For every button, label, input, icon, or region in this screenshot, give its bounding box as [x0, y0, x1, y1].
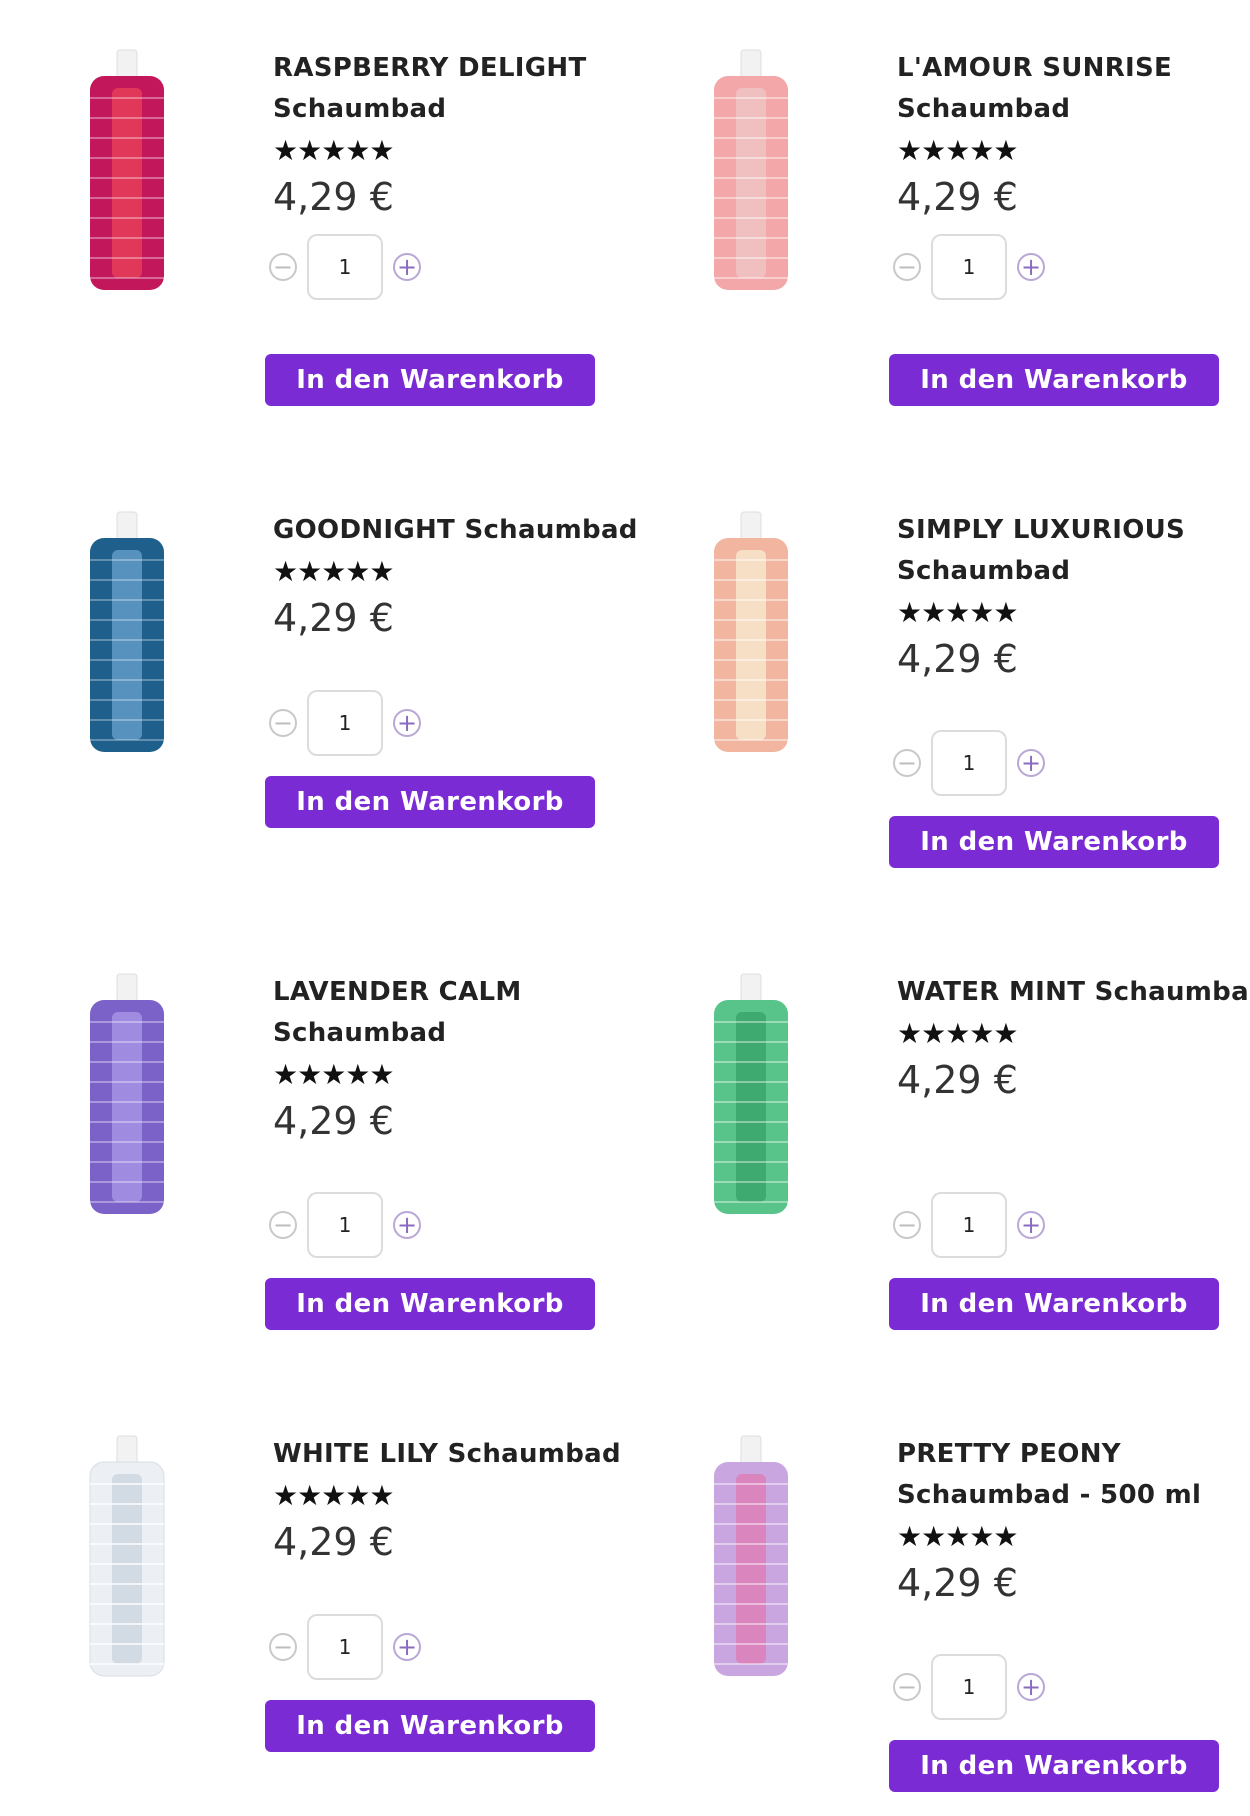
product-info: WATER MINT Schaumbad ★★★★★ 4,29 € [897, 972, 1250, 1103]
product-info: RASPBERRY DELIGHT Schaumbad ★★★★★ 4,29 € [273, 48, 673, 220]
product-price: 4,29 € [273, 1520, 394, 1564]
add-to-cart-button[interactable]: In den Warenkorb [889, 354, 1219, 406]
rating-stars: ★★★★★ [897, 1017, 1019, 1050]
quantity-stepper: − 1 + [269, 1192, 421, 1258]
rating-stars: ★★★★★ [273, 1058, 395, 1091]
product-title[interactable]: SIMPLY LUXURIOUS Schaumbad [897, 510, 1250, 592]
product-price: 4,29 € [897, 1561, 1018, 1605]
quantity-stepper: − 1 + [269, 1614, 421, 1680]
decrease-button[interactable]: − [893, 253, 921, 281]
quantity-input[interactable]: 1 [931, 1192, 1007, 1258]
product-image[interactable] [706, 510, 796, 755]
add-to-cart-button[interactable]: In den Warenkorb [265, 776, 595, 828]
increase-button[interactable]: + [393, 1211, 421, 1239]
product-title[interactable]: L'AMOUR SUNRISE Schaumbad [897, 48, 1250, 130]
bottle-icon [714, 1435, 788, 1676]
product-info: PRETTY PEONY Schaumbad - 500 ml ★★★★★ 4,… [897, 1434, 1250, 1606]
quantity-input[interactable]: 1 [307, 690, 383, 756]
product-image[interactable] [706, 1434, 796, 1679]
bottle-icon [90, 49, 164, 290]
decrease-button[interactable]: − [269, 1633, 297, 1661]
quantity-input[interactable]: 1 [931, 730, 1007, 796]
quantity-input[interactable]: 1 [931, 1654, 1007, 1720]
product-image[interactable] [706, 48, 796, 293]
bottle-icon [90, 511, 164, 752]
product-title[interactable]: PRETTY PEONY Schaumbad - 500 ml [897, 1434, 1250, 1516]
add-to-cart-button[interactable]: In den Warenkorb [889, 816, 1219, 868]
increase-button[interactable]: + [1017, 253, 1045, 281]
product-image[interactable] [82, 972, 172, 1217]
bottle-icon [714, 973, 788, 1214]
quantity-stepper: − 1 + [269, 234, 421, 300]
product-price: 4,29 € [897, 637, 1018, 681]
product-title[interactable]: GOODNIGHT Schaumbad [273, 510, 673, 551]
quantity-input[interactable]: 1 [931, 234, 1007, 300]
bottle-icon [90, 973, 164, 1214]
decrease-button[interactable]: − [893, 749, 921, 777]
add-to-cart-button[interactable]: In den Warenkorb [889, 1278, 1219, 1330]
add-to-cart-button[interactable]: In den Warenkorb [889, 1740, 1219, 1792]
quantity-input[interactable]: 1 [307, 1192, 383, 1258]
quantity-stepper: − 1 + [893, 234, 1045, 300]
add-to-cart-button[interactable]: In den Warenkorb [265, 1278, 595, 1330]
product-image[interactable] [82, 510, 172, 755]
product-title[interactable]: WATER MINT Schaumbad [897, 972, 1250, 1013]
decrease-button[interactable]: − [269, 1211, 297, 1239]
product-price: 4,29 € [897, 1058, 1018, 1102]
product-info: SIMPLY LUXURIOUS Schaumbad ★★★★★ 4,29 € [897, 510, 1250, 682]
product-price: 4,29 € [273, 596, 394, 640]
rating-stars: ★★★★★ [273, 134, 395, 167]
quantity-input[interactable]: 1 [307, 234, 383, 300]
product-image[interactable] [82, 1434, 172, 1679]
product-info: WHITE LILY Schaumbad ★★★★★ 4,29 € [273, 1434, 673, 1565]
bottle-icon [714, 511, 788, 752]
decrease-button[interactable]: − [269, 709, 297, 737]
product-title[interactable]: LAVENDER CALM Schaumbad [273, 972, 673, 1054]
product-price: 4,29 € [273, 1099, 394, 1143]
rating-stars: ★★★★★ [273, 555, 395, 588]
add-to-cart-button[interactable]: In den Warenkorb [265, 1700, 595, 1752]
add-to-cart-button[interactable]: In den Warenkorb [265, 354, 595, 406]
quantity-stepper: − 1 + [893, 1192, 1045, 1258]
product-price: 4,29 € [897, 175, 1018, 219]
product-info: L'AMOUR SUNRISE Schaumbad ★★★★★ 4,29 € [897, 48, 1250, 220]
rating-stars: ★★★★★ [897, 134, 1019, 167]
rating-stars: ★★★★★ [897, 596, 1019, 629]
rating-stars: ★★★★★ [273, 1479, 395, 1512]
increase-button[interactable]: + [393, 709, 421, 737]
increase-button[interactable]: + [1017, 1673, 1045, 1701]
quantity-stepper: − 1 + [893, 1654, 1045, 1720]
bottle-icon [89, 1435, 165, 1677]
quantity-stepper: − 1 + [893, 730, 1045, 796]
product-image[interactable] [706, 972, 796, 1217]
quantity-stepper: − 1 + [269, 690, 421, 756]
product-title[interactable]: RASPBERRY DELIGHT Schaumbad [273, 48, 673, 130]
increase-button[interactable]: + [393, 1633, 421, 1661]
increase-button[interactable]: + [393, 253, 421, 281]
product-image[interactable] [82, 48, 172, 293]
quantity-input[interactable]: 1 [307, 1614, 383, 1680]
bottle-icon [714, 49, 788, 290]
increase-button[interactable]: + [1017, 749, 1045, 777]
increase-button[interactable]: + [1017, 1211, 1045, 1239]
decrease-button[interactable]: − [893, 1211, 921, 1239]
decrease-button[interactable]: − [893, 1673, 921, 1701]
rating-stars: ★★★★★ [897, 1520, 1019, 1553]
product-info: GOODNIGHT Schaumbad ★★★★★ 4,29 € [273, 510, 673, 641]
decrease-button[interactable]: − [269, 253, 297, 281]
product-title[interactable]: WHITE LILY Schaumbad [273, 1434, 673, 1475]
product-info: LAVENDER CALM Schaumbad ★★★★★ 4,29 € [273, 972, 673, 1144]
product-price: 4,29 € [273, 175, 394, 219]
product-grid: RASPBERRY DELIGHT Schaumbad ★★★★★ 4,29 €… [0, 0, 1250, 1816]
